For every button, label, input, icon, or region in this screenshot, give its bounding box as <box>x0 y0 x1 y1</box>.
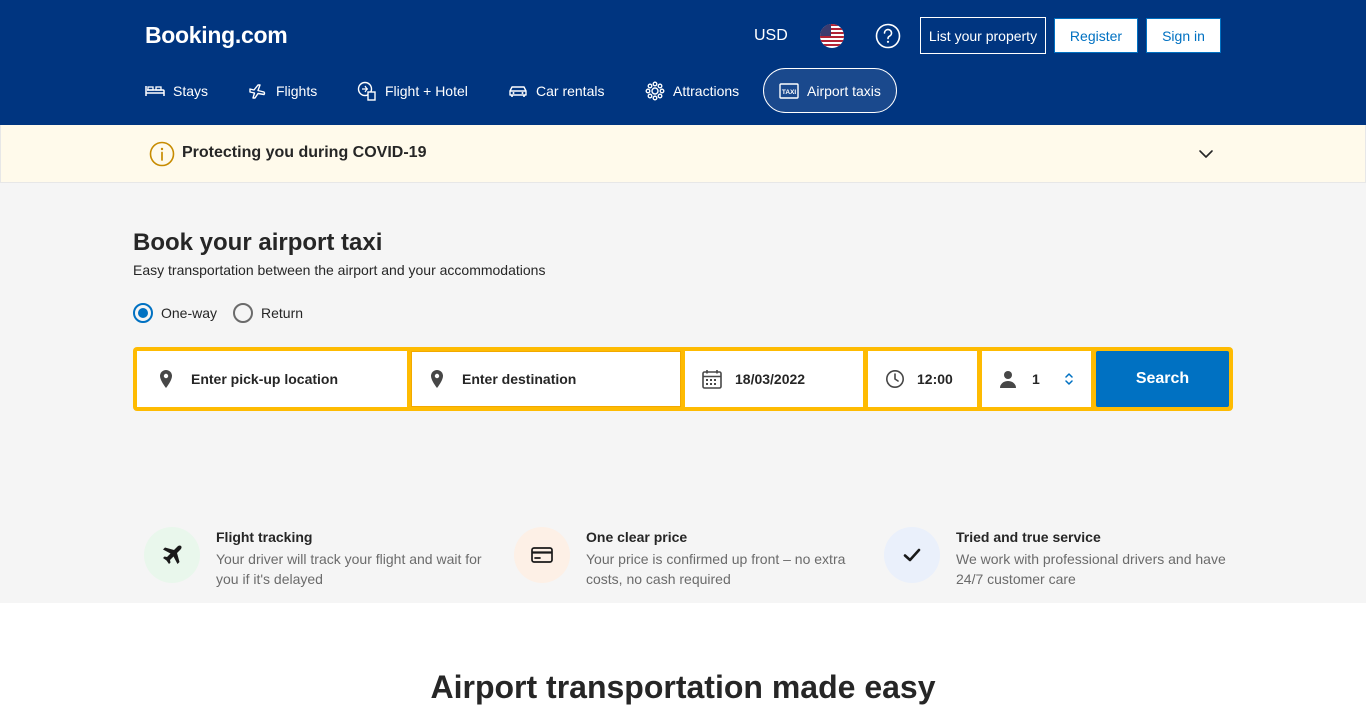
plane-icon <box>163 545 182 564</box>
lower-section: Airport transportation made easy <box>0 603 1366 728</box>
radio-indicator <box>233 303 253 323</box>
feature-title: Tried and true service <box>956 529 1101 545</box>
flight-hotel-icon <box>357 81 376 101</box>
sign-in-button[interactable]: Sign in <box>1146 18 1221 53</box>
covid-banner[interactable]: Protecting you during COVID-19 <box>0 125 1366 183</box>
destination-field[interactable] <box>411 351 681 407</box>
nav-item-flights[interactable]: Flights <box>248 68 317 113</box>
register-button[interactable]: Register <box>1054 18 1138 53</box>
destination-input[interactable] <box>462 371 662 387</box>
nav-label: Flights <box>276 82 318 99</box>
us-flag-icon[interactable] <box>820 24 844 48</box>
nav-label: Airport taxis <box>807 82 881 99</box>
calendar-icon <box>702 370 722 389</box>
feature-description: We work with professional drivers and ha… <box>956 551 1226 587</box>
nav-item-flight-hotel[interactable]: Flight + Hotel <box>357 68 468 113</box>
page-title: Book your airport taxi <box>133 229 383 256</box>
svg-text:TAXI: TAXI <box>782 89 797 96</box>
stepper-arrows-icon[interactable] <box>1063 372 1075 386</box>
nav-item-attractions[interactable]: Attractions <box>645 68 739 113</box>
chevron-down-icon[interactable] <box>1197 145 1215 163</box>
location-pin-icon <box>160 370 172 388</box>
info-icon <box>149 141 175 167</box>
section-title: Airport transportation made easy <box>430 669 936 705</box>
taxi-icon: TAXI <box>779 82 799 99</box>
feature-description: Your price is confirmed up front – no ex… <box>586 551 846 587</box>
currency-selector[interactable]: USD <box>754 27 788 45</box>
search-bar: 18/03/2022 12:00 1 Search <box>133 347 1233 411</box>
nav-item-stays[interactable]: Stays <box>145 68 208 113</box>
pickup-location-field[interactable] <box>137 351 407 407</box>
bed-icon <box>145 85 165 96</box>
radio-label: Return <box>261 305 304 321</box>
nav-item-airport-taxis[interactable]: TAXI Airport taxis <box>763 68 897 113</box>
feature-icon-circle <box>884 527 940 583</box>
help-icon[interactable] <box>875 23 901 49</box>
pickup-location-input[interactable] <box>191 371 391 387</box>
covid-banner-text: Protecting you during COVID-19 <box>182 144 427 161</box>
location-pin-icon <box>431 370 443 388</box>
booking-logo[interactable]: Booking.com <box>145 22 288 49</box>
radio-indicator <box>133 303 153 323</box>
time-field[interactable]: 12:00 <box>868 351 977 407</box>
feature-description: Your driver will track your flight and w… <box>216 551 482 587</box>
feature-title: Flight tracking <box>216 529 313 545</box>
radio-label: One-way <box>161 305 218 321</box>
date-field[interactable]: 18/03/2022 <box>685 351 863 407</box>
passengers-value: 1 <box>1032 371 1040 387</box>
nav-label: Stays <box>173 82 209 99</box>
header: Booking.com USD List your property Regis… <box>0 0 1366 125</box>
date-value: 18/03/2022 <box>735 371 806 387</box>
time-value: 12:00 <box>917 371 953 387</box>
feature-icon-circle <box>514 527 570 583</box>
nav-label: Flight + Hotel <box>385 82 468 99</box>
search-button[interactable]: Search <box>1096 351 1229 407</box>
car-icon <box>509 85 527 97</box>
page-subtitle: Easy transportation between the airport … <box>133 262 546 278</box>
nav-item-car-rentals[interactable]: Car rentals <box>508 68 604 113</box>
plane-icon <box>249 83 266 99</box>
feature-title: One clear price <box>586 529 688 545</box>
feature-icon-circle <box>144 527 200 583</box>
credit-card-icon <box>531 547 553 563</box>
clock-icon <box>886 370 904 388</box>
passengers-field[interactable]: 1 <box>982 351 1091 407</box>
list-property-button[interactable]: List your property <box>920 17 1046 54</box>
radio-one-way[interactable]: One-way <box>133 303 217 323</box>
attractions-icon <box>645 81 665 100</box>
person-icon <box>1000 371 1016 388</box>
radio-return[interactable]: Return <box>233 303 303 323</box>
nav-label: Car rentals <box>536 82 605 99</box>
nav-label: Attractions <box>673 82 740 99</box>
checkmark-icon <box>903 548 921 562</box>
